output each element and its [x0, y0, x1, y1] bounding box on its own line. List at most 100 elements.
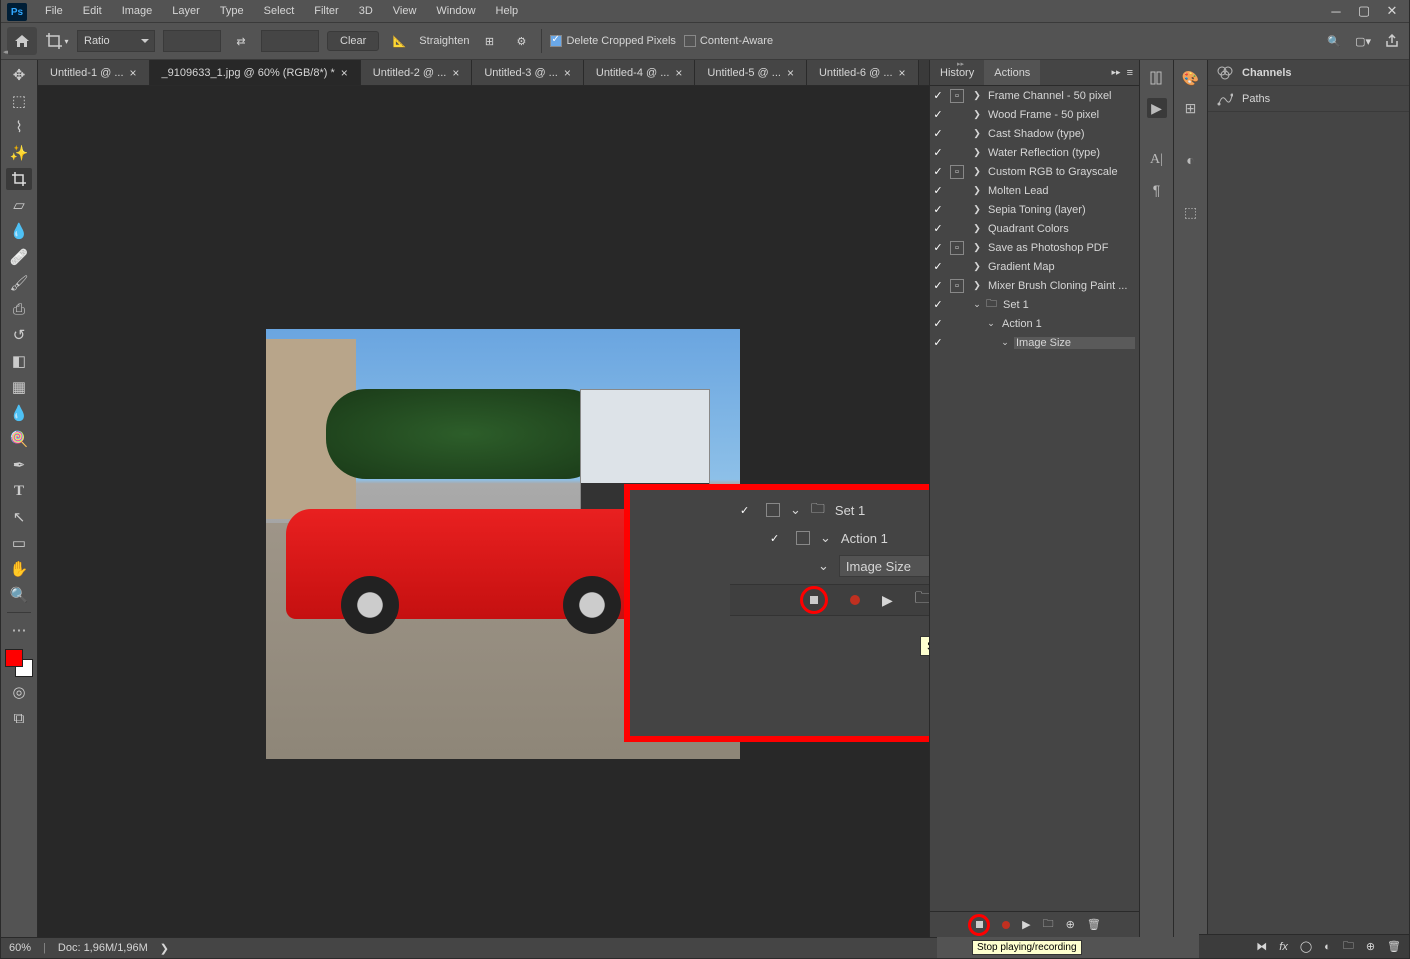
menu-select[interactable]: Select — [254, 2, 305, 20]
play-button[interactable]: ▶ — [882, 592, 893, 609]
new-set-button[interactable]: 🗀 — [1043, 915, 1054, 934]
action-step-selected[interactable]: Image Size⌄ — [839, 555, 929, 577]
expand-icon[interactable]: ❯ — [972, 109, 982, 120]
check-icon[interactable]: ✓ — [930, 165, 946, 178]
dialog-toggle[interactable] — [950, 298, 964, 312]
paragraph-icon[interactable]: ¶ — [1147, 180, 1167, 200]
foreground-color-swatch[interactable] — [5, 649, 23, 667]
menu-view[interactable]: View — [383, 2, 427, 20]
document-tab[interactable]: Untitled-2 @ ...× — [361, 60, 473, 85]
expand-icon[interactable]: ❯ — [972, 166, 982, 177]
expand-icon[interactable]: ⌄ — [820, 530, 831, 546]
menu-file[interactable]: File — [35, 2, 73, 20]
expand-icon[interactable]: ❯ — [972, 223, 982, 234]
check-icon[interactable]: ✓ — [930, 222, 946, 235]
character-icon[interactable]: A| — [1147, 150, 1167, 170]
expand-icon[interactable]: ❯ — [972, 280, 982, 291]
swatches-icon[interactable]: ⊞ — [1181, 98, 1201, 118]
brush-tool[interactable]: 🖌 — [6, 272, 32, 294]
history-brush-tool[interactable]: ↺ — [6, 324, 32, 346]
overlay-options-button[interactable]: ⊞ — [477, 29, 501, 53]
document-tab[interactable]: Untitled-4 @ ...× — [584, 60, 696, 85]
actions-play-icon[interactable]: ▶ — [1147, 98, 1167, 118]
check-icon[interactable]: ✓ — [930, 298, 946, 311]
zoom-level[interactable]: 60% — [9, 942, 31, 954]
expand-icon[interactable]: ⌄ — [972, 299, 982, 310]
menu-type[interactable]: Type — [210, 2, 254, 20]
dialog-toggle[interactable]: ▫ — [950, 165, 964, 179]
close-tab-icon[interactable]: × — [564, 66, 571, 80]
dialog-toggle[interactable] — [796, 531, 810, 545]
lasso-tool[interactable]: ⌇ — [6, 116, 32, 138]
content-aware-checkbox[interactable]: Content-Aware — [684, 35, 773, 47]
straighten-label[interactable]: Straighten — [419, 35, 469, 47]
crop-tool-preset[interactable]: ▾ — [45, 29, 69, 53]
check-icon[interactable]: ✓ — [930, 146, 946, 159]
dialog-toggle[interactable] — [766, 503, 780, 517]
menu-help[interactable]: Help — [486, 2, 529, 20]
action-row[interactable]: ✓⌄Image Size — [930, 333, 1139, 352]
expand-icon[interactable]: ⌄ — [790, 502, 801, 518]
check-icon[interactable]: ✓ — [930, 89, 946, 102]
check-icon[interactable]: ✓ — [930, 317, 946, 330]
crop-tool[interactable] — [6, 168, 32, 190]
straighten-icon[interactable]: 📐 — [387, 29, 411, 53]
close-tab-icon[interactable]: × — [452, 66, 459, 80]
rectangle-tool[interactable]: ▭ — [6, 532, 32, 554]
crop-height-input[interactable] — [261, 30, 319, 52]
path-selection-tool[interactable]: ↖ — [6, 506, 32, 528]
expand-icon[interactable]: ❯ — [972, 185, 982, 196]
aspect-ratio-dropdown[interactable]: Ratio — [77, 30, 155, 52]
expand-icon[interactable]: ⌄ — [1000, 337, 1010, 348]
expand-icon[interactable]: ❯ — [972, 128, 982, 139]
action-row[interactable]: ✓⌄Action 1 — [930, 314, 1139, 333]
document-tab[interactable]: Untitled-5 @ ...× — [695, 60, 807, 85]
magic-wand-tool[interactable]: ✨ — [6, 142, 32, 164]
document-tab[interactable]: Untitled-3 @ ...× — [472, 60, 584, 85]
clone-stamp-tool[interactable]: ⎙ — [6, 298, 32, 320]
quick-mask-toggle[interactable]: ◎ — [6, 681, 32, 703]
clear-button[interactable]: Clear — [327, 31, 379, 51]
check-icon[interactable]: ✓ — [930, 127, 946, 140]
play-button[interactable]: ▶ — [1022, 918, 1030, 931]
crop-width-input[interactable] — [163, 30, 221, 52]
dialog-toggle[interactable]: ▫ — [950, 279, 964, 293]
action-row[interactable]: ✓▫❯Custom RGB to Grayscale — [930, 162, 1139, 181]
search-icon[interactable]: 🔍 — [1327, 35, 1341, 48]
menu-3d[interactable]: 3D — [349, 2, 383, 20]
dialog-toggle[interactable] — [950, 317, 964, 331]
menu-window[interactable]: Window — [426, 2, 485, 20]
action-row[interactable]: ✓❯Quadrant Colors — [930, 219, 1139, 238]
color-swatches[interactable] — [5, 649, 33, 677]
close-tab-icon[interactable]: × — [787, 66, 794, 80]
expand-icon[interactable]: ❯ — [972, 90, 982, 101]
hand-tool[interactable]: ✋ — [6, 558, 32, 580]
menu-filter[interactable]: Filter — [304, 2, 348, 20]
actions-tab[interactable]: Actions — [984, 60, 1040, 85]
close-tab-icon[interactable]: × — [130, 66, 137, 80]
record-button[interactable] — [1002, 921, 1010, 929]
libraries-icon[interactable]: ⬚ — [1181, 202, 1201, 222]
panel-menu-icon[interactable]: ≡ — [1127, 67, 1133, 79]
new-group-icon[interactable]: 🗀 — [1343, 937, 1354, 956]
action-row[interactable]: ✓▫❯Mixer Brush Cloning Paint ... — [930, 276, 1139, 295]
action-set-name[interactable]: Set 1 — [835, 503, 865, 518]
expand-icon[interactable]: ❯ — [972, 242, 982, 253]
zoom-tool[interactable]: 🔍 — [6, 584, 32, 606]
dodge-tool[interactable]: 🍭 — [6, 428, 32, 450]
history-tab[interactable]: History — [930, 60, 984, 85]
delete-button[interactable]: 🗑 — [1087, 918, 1101, 931]
swap-dimensions-button[interactable]: ⇄ — [229, 29, 253, 53]
document-tab[interactable]: Untitled-6 @ ...× — [807, 60, 919, 85]
check-icon[interactable]: ✓ — [930, 336, 946, 349]
dialog-toggle[interactable] — [950, 146, 964, 160]
layer-mask-icon[interactable]: ◯ — [1300, 940, 1312, 953]
document-tab[interactable]: Untitled-1 @ ...× — [38, 60, 150, 85]
expand-icon[interactable]: ❯ — [972, 204, 982, 215]
close-tab-icon[interactable]: × — [341, 66, 348, 80]
record-button[interactable] — [850, 595, 860, 605]
new-layer-icon[interactable]: ⊕ — [1366, 940, 1375, 953]
dialog-toggle[interactable] — [950, 184, 964, 198]
maximize-button[interactable]: ▢ — [1357, 4, 1371, 18]
move-tool[interactable]: ✥ — [6, 64, 32, 86]
